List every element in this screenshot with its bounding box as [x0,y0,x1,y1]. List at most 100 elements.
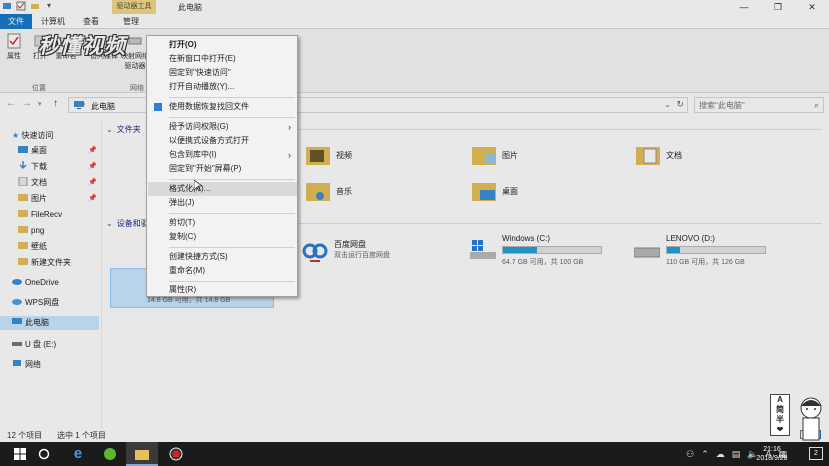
qat-dropdown-icon[interactable]: ▾ [44,1,54,11]
drive-usage-fill [667,247,680,253]
nav-item-desktop[interactable]: 桌面 📌 [18,144,102,158]
file-explorer-taskbar-button[interactable] [126,442,158,466]
tab-computer[interactable]: 计算机 [32,14,74,29]
drive-info: 64.7 GB 可用，共 100 GB [502,259,584,266]
status-bar: 12 个项目 选中 1 个项目 [0,428,829,442]
drive-info: 110 GB 可用，共 126 GB [666,259,745,266]
menu-rename[interactable]: 重命名(M) [148,264,297,278]
menu-pin-quick-access[interactable]: 固定到"快速访问" [148,66,297,80]
nav-item-pictures[interactable]: 图片 📌 [18,192,102,206]
recorder-taskbar-button[interactable] [160,442,192,466]
desktop-folder-icon [18,146,28,153]
menu-separator [169,97,295,98]
menu-open-portable[interactable]: 以便携式设备方式打开 [148,134,297,148]
record-icon [169,447,183,461]
network-drive-icon [128,37,142,45]
menu-autoplay[interactable]: 打开自动播放(Y)... [148,80,297,94]
up-arrow-icon[interactable]: ↑ [53,98,58,109]
desktop-folder-icon [472,183,496,201]
folder-label: 桌面 [502,187,518,196]
title-bar: ▾ 驱动器工具 此电脑 — ❐ ✕ [0,0,829,14]
menu-give-access-label: 授予访问权限(G) [169,122,229,131]
tab-manage[interactable]: 管理 [114,14,148,29]
menu-properties[interactable]: 属性(R) [148,283,297,297]
back-arrow-icon[interactable]: ← [6,98,16,109]
folder-label: 音乐 [336,187,352,196]
drive-usage-bar [666,246,766,254]
windows-logo-icon [14,447,26,460]
nav-item-png[interactable]: png [18,224,44,238]
menu-create-shortcut[interactable]: 创建快捷方式(S) [148,250,297,264]
nav-onedrive[interactable]: OneDrive [12,276,59,290]
onedrive-tray-icon[interactable]: ☁ [716,449,725,460]
folder-label: 文档 [666,151,682,160]
refresh-icon[interactable]: ↻ [676,99,684,110]
nav-item-wallpaper[interactable]: 壁纸 [18,240,47,254]
tab-view[interactable]: 查看 [74,14,108,29]
forward-arrow-icon[interactable]: → [22,98,32,109]
close-button[interactable]: ✕ [795,0,829,14]
address-dropdown-icon[interactable]: ⌄ [664,100,671,109]
menu-recover-files[interactable]: 使用数据恢复找回文件 [148,100,297,114]
menu-give-access[interactable]: 授予访问权限(G) › [148,120,297,134]
nav-item-label: FileRecv [31,210,63,219]
group-network-label: 网络 [130,85,144,92]
tab-file[interactable]: 文件 [0,14,32,29]
search-icon[interactable]: ⌕ [814,100,819,111]
folder-icon [135,449,149,460]
menu-eject[interactable]: 弹出(J) [148,196,297,210]
ribbon-tabs: 文件 计算机 查看 管理 [0,14,829,29]
breadcrumb-separator-icon: › [83,101,86,108]
nav-udisk[interactable]: U 盘 (E:) [12,338,56,352]
tray-chevron-up-icon[interactable]: ⌃ [701,449,709,460]
menu-open-new-window[interactable]: 在新窗口中打开(E) [148,52,297,66]
nav-item-filerecv[interactable]: FileRecv [18,208,62,222]
new-folder-icon[interactable] [30,1,40,11]
edge-taskbar-button[interactable]: e [62,442,94,466]
clock[interactable]: 21:16 2018/9/28 [747,445,797,463]
documents-folder-icon [636,147,660,165]
cortana-circle-icon [38,448,50,460]
notification-center-button[interactable]: 2 [809,447,823,460]
nav-item-downloads[interactable]: 下载 📌 [18,160,102,174]
properties-button[interactable]: 属性 [2,33,26,61]
nav-this-pc[interactable]: 此电脑 [0,316,99,330]
cartoon-person-icon [800,397,822,441]
people-icon[interactable]: ⚇ [686,449,694,460]
browser-360-taskbar-button[interactable] [94,442,126,466]
nav-network[interactable]: 网络 [12,358,41,372]
network-tray-icon[interactable]: ▤ [732,449,741,460]
nav-wps-drive[interactable]: WPS网盘 [12,296,59,310]
submenu-arrow-icon: › [288,122,291,132]
search-box[interactable]: ⌕ [694,97,824,113]
navigation-pane: ★ 快速访问 桌面 📌 下载 📌 文档 📌 图片 📌 FileRecv png … [0,118,102,428]
quick-access-toolbar: ▾ [2,1,54,11]
menu-copy[interactable]: 复制(C) [148,230,297,244]
nav-item-documents[interactable]: 文档 📌 [18,176,102,190]
recent-dropdown-icon[interactable]: ▾ [38,100,42,108]
menu-separator [169,247,295,248]
maximize-button[interactable]: ❐ [761,0,795,14]
video-watermark-logo: 秒懂视频 [38,34,126,58]
document-icon [18,177,28,186]
download-icon [19,161,27,170]
nav-quick-access[interactable]: ★ 快速访问 [12,129,53,143]
properties-check-icon[interactable] [16,1,26,11]
menu-format[interactable]: 格式化(A)... [148,182,297,196]
baidu-netdisk-icon [302,243,328,262]
cartoon-sticker: A 简 半 ❤ [764,390,829,444]
menu-cut[interactable]: 剪切(T) [148,216,297,230]
menu-open[interactable]: 打开(O) [148,38,297,52]
search-taskbar-button[interactable] [28,442,60,466]
minimize-button[interactable]: — [727,0,761,14]
selection-count: 选中 1 个项目 [57,431,106,440]
taskbar: e ⚇ ⌃ ☁ ▤ 🔈 A ▦ 21:16 2018/9/28 2 [0,442,829,466]
search-input[interactable] [695,98,805,112]
menu-pin-start[interactable]: 固定到"开始"屏幕(P) [148,162,297,176]
nav-item-new-folder[interactable]: 新建文件夹 [18,256,71,270]
chevron-down-icon: ⌄ [106,125,113,134]
submenu-arrow-icon: › [288,150,291,160]
menu-include-library[interactable]: 包含到库中(I) › [148,148,297,162]
folders-group-header[interactable]: ⌄ 文件夹 [106,124,141,135]
network-icon [13,360,21,366]
